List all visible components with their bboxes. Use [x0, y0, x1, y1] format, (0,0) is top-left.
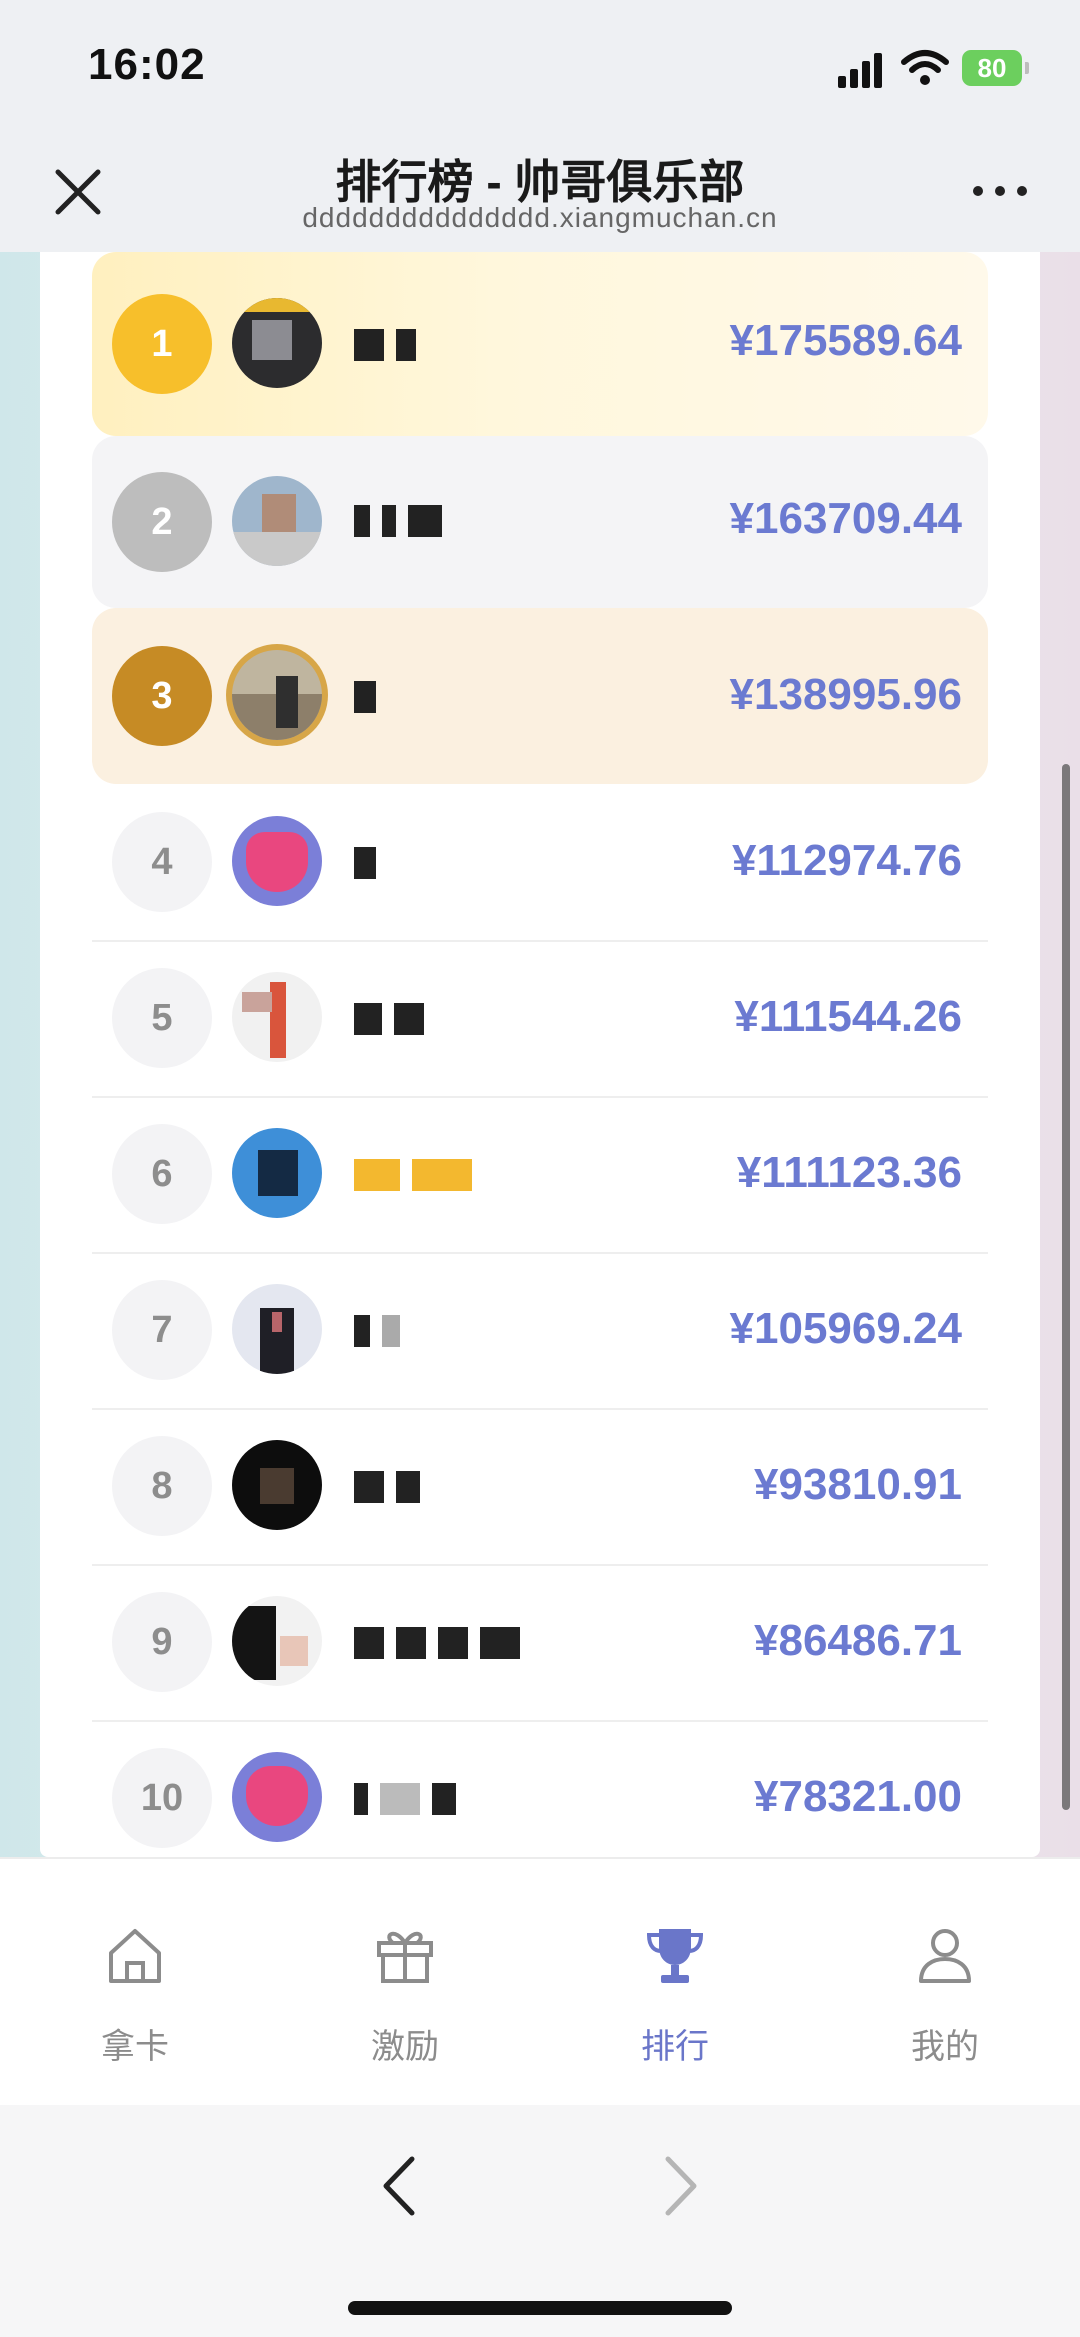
wifi-icon [901, 50, 949, 85]
avatar [232, 1596, 322, 1686]
trophy-icon [646, 1929, 704, 1983]
rank-badge: 1 [112, 294, 212, 394]
amount-value: ¥163709.44 [729, 494, 962, 543]
tab-label: 我的 [911, 2028, 979, 2066]
amount-value: ¥111544.26 [734, 992, 962, 1041]
tab-profile[interactable]: 我的 [810, 1859, 1080, 2107]
user-name [354, 1152, 654, 1198]
amount-value: ¥138995.96 [729, 670, 962, 719]
avatar [232, 298, 322, 388]
user-name [354, 498, 654, 544]
user-name [354, 1776, 654, 1822]
user-icon [919, 1929, 971, 1983]
tab-ranking[interactable]: 排行 [540, 1859, 810, 2107]
rank-badge: 6 [112, 1124, 212, 1224]
gift-icon [377, 1931, 433, 1983]
user-name [354, 1464, 654, 1510]
rank-badge: 2 [112, 472, 212, 572]
user-name [354, 1308, 654, 1354]
leaderboard-row-7[interactable]: 7 ¥105969.24 [92, 1252, 988, 1410]
amount-value: ¥175589.64 [729, 316, 962, 365]
avatar [232, 972, 322, 1062]
page-url: ddddddddddddddd.xiangmuchan.cn [302, 202, 778, 233]
scrollbar[interactable] [1062, 764, 1070, 1810]
amount-value: ¥105969.24 [729, 1304, 962, 1353]
amount-value: ¥86486.71 [754, 1616, 962, 1665]
cellular-signal-icon [838, 53, 882, 88]
user-name [354, 996, 654, 1042]
avatar [232, 1752, 322, 1842]
user-name [354, 674, 654, 720]
leaderboard-row-1[interactable]: 1 ¥175589.64 [92, 252, 988, 436]
status-time: 16:02 [88, 40, 206, 89]
amount-value: ¥111123.36 [736, 1148, 962, 1197]
rank-badge: 8 [112, 1436, 212, 1536]
leaderboard-row-3[interactable]: 3 ¥138995.96 [92, 608, 988, 784]
rank-badge: 4 [112, 812, 212, 912]
title-bar: 排行榜 - 帅哥俱乐部 ddddddddddddddd.xiangmuchan.… [0, 140, 1080, 252]
tab-label: 排行 [641, 2028, 709, 2066]
rank-badge: 7 [112, 1280, 212, 1380]
chevron-left-icon[interactable] [372, 2151, 428, 2221]
home-icon [109, 1929, 161, 1983]
rank-badge: 3 [112, 646, 212, 746]
user-name [354, 1620, 654, 1666]
leaderboard-row-10[interactable]: 10 ¥78321.00 [92, 1720, 988, 1857]
avatar [232, 1284, 322, 1374]
status-bar: 16:02 80 [0, 0, 1080, 140]
avatar [232, 1440, 322, 1530]
leaderboard-card: 1 ¥175589.64 2 ¥163709.44 3 ¥138995.96 4… [40, 252, 1040, 1857]
avatar [232, 1128, 322, 1218]
avatar [232, 650, 322, 740]
battery-indicator: 80 [962, 50, 1029, 86]
tab-label: 激励 [371, 2028, 439, 2066]
leaderboard-row-6[interactable]: 6 ¥111123.36 [92, 1096, 988, 1254]
leaderboard-row-2[interactable]: 2 ¥163709.44 [92, 436, 988, 608]
tab-home[interactable]: 拿卡 [0, 1859, 270, 2107]
chevron-right-icon[interactable] [652, 2151, 708, 2221]
tab-rewards[interactable]: 激励 [270, 1859, 540, 2107]
leaderboard-row-5[interactable]: 5 ¥111544.26 [92, 940, 988, 1098]
user-name [354, 322, 654, 368]
tab-label: 拿卡 [101, 2028, 169, 2066]
avatar [232, 816, 322, 906]
more-options-icon[interactable] [970, 176, 1030, 206]
amount-value: ¥78321.00 [754, 1772, 962, 1821]
bottom-tab-bar: 拿卡 激励 排行 我的 [0, 1857, 1080, 2107]
leaderboard-area: 1 ¥175589.64 2 ¥163709.44 3 ¥138995.96 4… [0, 252, 1080, 1857]
user-name [354, 840, 654, 886]
amount-value: ¥112974.76 [731, 836, 962, 885]
leaderboard-row-8[interactable]: 8 ¥93810.91 [92, 1408, 988, 1566]
browser-nav-bar [0, 2105, 1080, 2337]
rank-badge: 10 [112, 1748, 212, 1848]
leaderboard-row-9[interactable]: 9 ¥86486.71 [92, 1564, 988, 1722]
home-indicator [348, 2301, 732, 2315]
rank-badge: 5 [112, 968, 212, 1068]
avatar [232, 476, 322, 566]
rank-badge: 9 [112, 1592, 212, 1692]
amount-value: ¥93810.91 [754, 1460, 962, 1509]
leaderboard-row-4[interactable]: 4 ¥112974.76 [92, 784, 988, 942]
